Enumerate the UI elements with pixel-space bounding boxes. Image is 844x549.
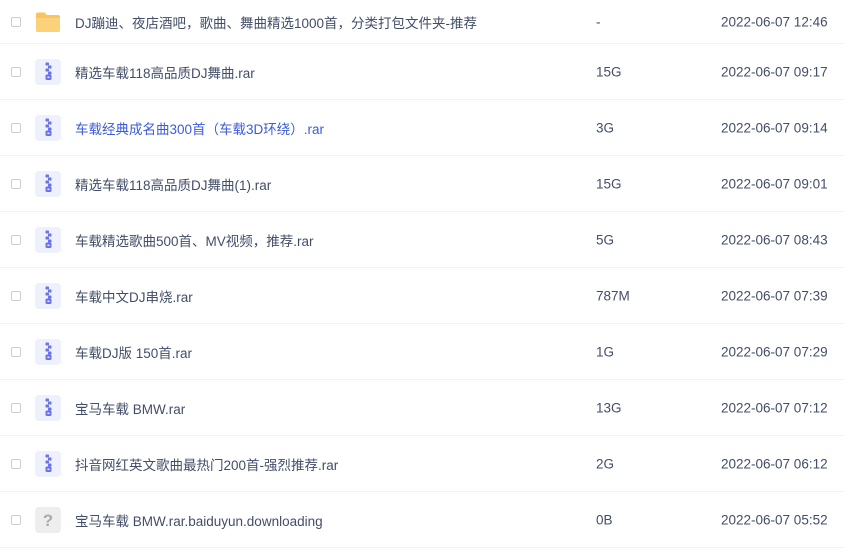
file-name[interactable]: 精选车载118高品质DJ舞曲(1).rar — [75, 174, 271, 194]
file-row[interactable]: 车载DJ版 150首.rar 1G 2022-06-07 07:29 — [0, 324, 844, 380]
archive-icon — [34, 338, 62, 366]
row-checkbox[interactable] — [11, 234, 21, 245]
file-modified: 2022-06-07 09:17 — [721, 64, 828, 79]
file-name[interactable]: 车载精选歌曲500首、MV视频，推荐.rar — [75, 230, 314, 250]
file-size: 2G — [596, 456, 615, 471]
file-size: 15G — [596, 64, 622, 79]
file-modified: 2022-06-07 06:12 — [721, 456, 828, 471]
file-name[interactable]: 宝马车载 BMW.rar.baiduyun.downloading — [75, 510, 323, 530]
file-name[interactable]: 车载DJ版 150首.rar — [75, 342, 192, 362]
file-size: 15G — [596, 176, 622, 191]
file-size: 787M — [596, 288, 630, 303]
archive-icon — [34, 282, 62, 310]
row-checkbox[interactable] — [11, 66, 21, 77]
file-size: 0B — [596, 512, 613, 527]
file-row[interactable]: 车载精选歌曲500首、MV视频，推荐.rar 5G 2022-06-07 08:… — [0, 212, 844, 268]
file-size: - — [596, 14, 601, 29]
file-modified: 2022-06-07 07:39 — [721, 288, 828, 303]
file-modified: 2022-06-07 09:14 — [721, 120, 828, 135]
file-modified: 2022-06-07 08:43 — [721, 232, 828, 247]
file-modified: 2022-06-07 05:52 — [721, 512, 828, 527]
archive-icon — [34, 114, 62, 142]
file-row[interactable]: 精选车载118高品质DJ舞曲(1).rar 15G 2022-06-07 09:… — [0, 156, 844, 212]
archive-icon — [34, 450, 62, 478]
row-checkbox[interactable] — [11, 122, 21, 133]
file-row[interactable]: 精选车载118高品质DJ舞曲.rar 15G 2022-06-07 09:17 — [0, 44, 844, 100]
row-checkbox[interactable] — [11, 178, 21, 189]
file-name[interactable]: DJ蹦迪、夜店酒吧，歌曲、舞曲精选1000首，分类打包文件夹-推荐 — [75, 12, 477, 32]
svg-text:?: ? — [43, 511, 53, 530]
unknown-file-icon: ? — [34, 506, 62, 534]
file-name[interactable]: 精选车载118高品质DJ舞曲.rar — [75, 62, 255, 82]
file-row[interactable]: 车载中文DJ串烧.rar 787M 2022-06-07 07:39 — [0, 268, 844, 324]
file-modified: 2022-06-07 09:01 — [721, 176, 828, 191]
file-modified: 2022-06-07 07:12 — [721, 400, 828, 415]
archive-icon — [34, 394, 62, 422]
file-row[interactable]: 宝马车载 BMW.rar 13G 2022-06-07 07:12 — [0, 380, 844, 436]
file-size: 3G — [596, 120, 615, 135]
row-checkbox[interactable] — [11, 346, 21, 357]
file-name[interactable]: 车载中文DJ串烧.rar — [75, 286, 193, 306]
row-checkbox[interactable] — [11, 402, 21, 413]
archive-icon — [34, 170, 62, 198]
folder-icon — [34, 8, 62, 36]
file-modified: 2022-06-07 12:46 — [721, 14, 828, 29]
file-size: 1G — [596, 344, 615, 359]
row-checkbox[interactable] — [11, 514, 21, 525]
file-list: DJ蹦迪、夜店酒吧，歌曲、舞曲精选1000首，分类打包文件夹-推荐 - 2022… — [0, 0, 844, 548]
file-name[interactable]: 车载经典成名曲300首（车载3D环绕）.rar — [75, 118, 324, 138]
file-name[interactable]: 宝马车载 BMW.rar — [75, 398, 185, 418]
file-size: 13G — [596, 400, 622, 415]
file-row[interactable]: 车载经典成名曲300首（车载3D环绕）.rar 3G 2022-06-07 09… — [0, 100, 844, 156]
file-row[interactable]: DJ蹦迪、夜店酒吧，歌曲、舞曲精选1000首，分类打包文件夹-推荐 - 2022… — [0, 0, 844, 44]
file-modified: 2022-06-07 07:29 — [721, 344, 828, 359]
file-size: 5G — [596, 232, 615, 247]
file-name[interactable]: 抖音网红英文歌曲最热门200首-强烈推荐.rar — [75, 454, 338, 474]
file-row[interactable]: ? 宝马车载 BMW.rar.baiduyun.downloading 0B 2… — [0, 492, 844, 548]
row-checkbox[interactable] — [11, 290, 21, 301]
archive-icon — [34, 226, 62, 254]
row-checkbox[interactable] — [11, 458, 21, 469]
row-checkbox[interactable] — [11, 16, 21, 27]
archive-icon — [34, 58, 62, 86]
file-row[interactable]: 抖音网红英文歌曲最热门200首-强烈推荐.rar 2G 2022-06-07 0… — [0, 436, 844, 492]
